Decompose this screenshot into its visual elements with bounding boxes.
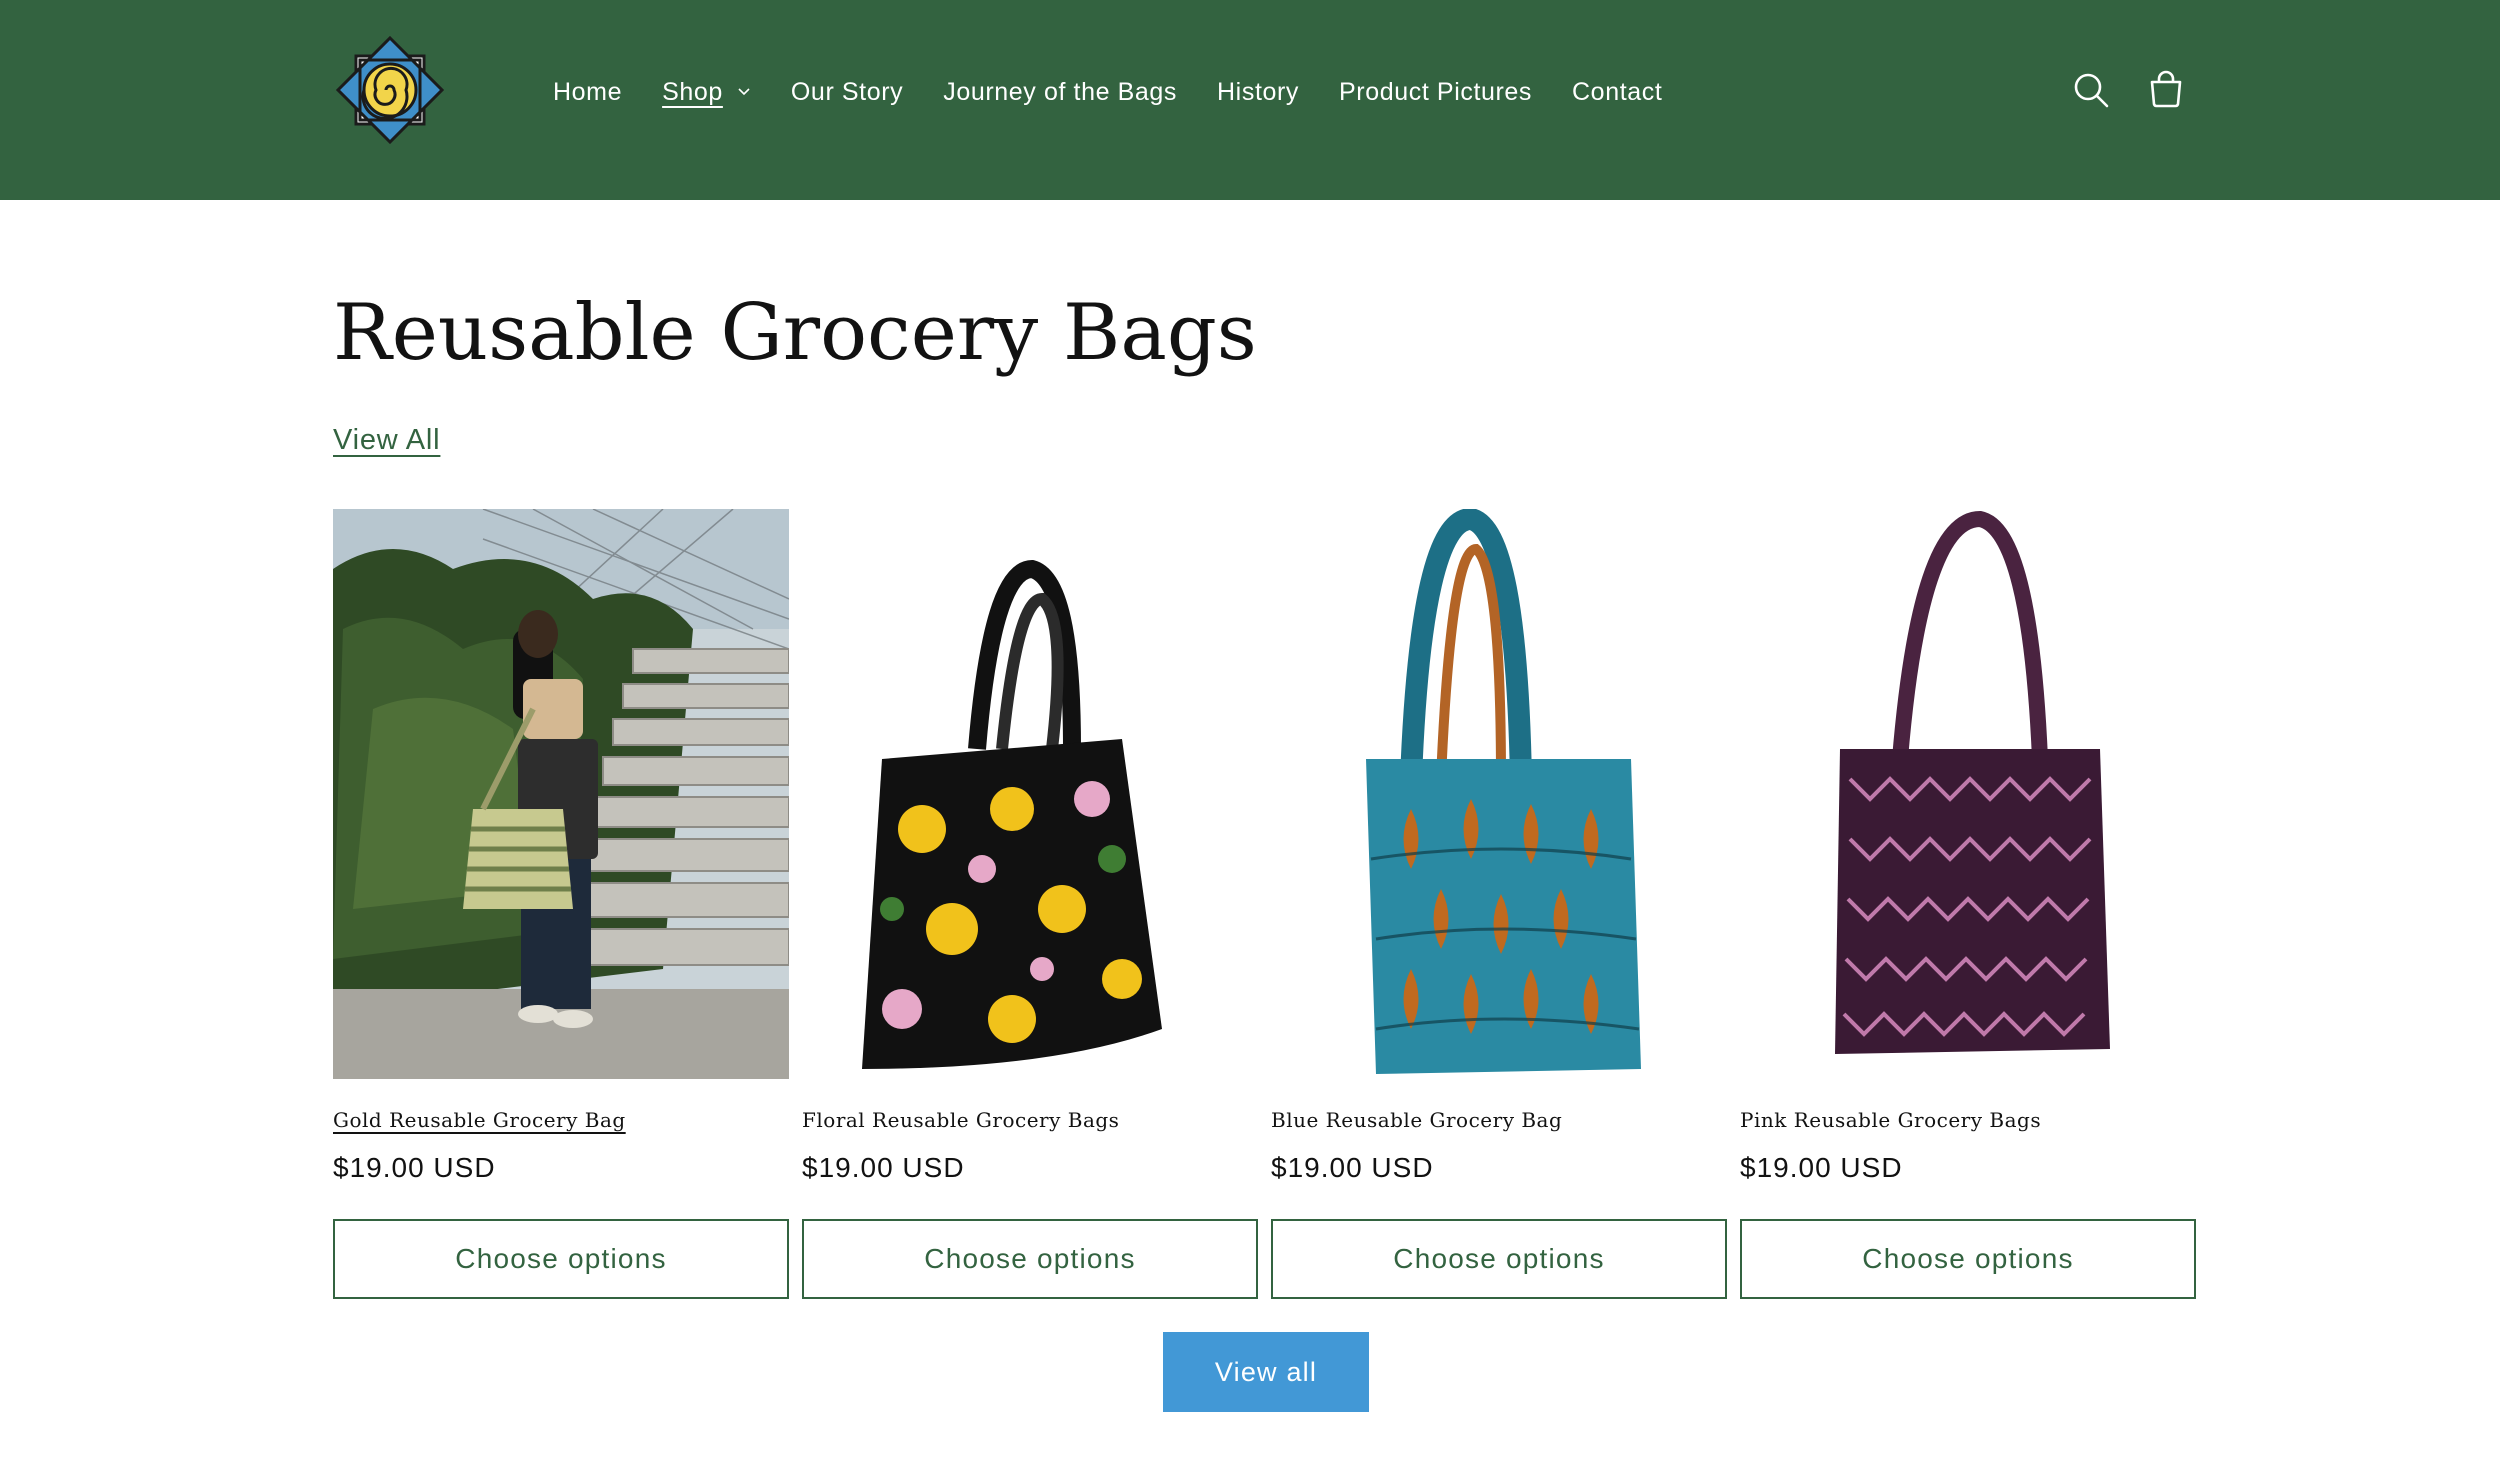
product-title[interactable]: Pink Reusable Grocery Bags bbox=[1740, 1108, 2041, 1132]
nav-item-product-pictures[interactable]: Product Pictures bbox=[1319, 78, 1552, 107]
view-all-link[interactable]: View All bbox=[333, 424, 440, 457]
view-all-button[interactable]: View all bbox=[1163, 1332, 1369, 1412]
product-card[interactable]: Floral Reusable Grocery Bags $19.00 USD … bbox=[802, 509, 1258, 1299]
nav-label: History bbox=[1217, 77, 1300, 106]
cart-icon[interactable] bbox=[2138, 62, 2194, 118]
collection-title: Reusable Grocery Bags bbox=[333, 288, 1257, 378]
product-title[interactable]: Floral Reusable Grocery Bags bbox=[802, 1108, 1119, 1132]
product-image[interactable] bbox=[333, 509, 789, 1079]
product-image[interactable] bbox=[1740, 509, 2196, 1079]
nav-item-our-story[interactable]: Our Story bbox=[771, 78, 923, 107]
product-price: $19.00 USD bbox=[1740, 1152, 1903, 1183]
nav-item-journey-of-the-bags[interactable]: Journey of the Bags bbox=[923, 78, 1197, 107]
main-nav: Home Shop Our Story Journey of the Bags … bbox=[533, 0, 1682, 184]
nav-item-home[interactable]: Home bbox=[533, 78, 642, 107]
product-title[interactable]: Gold Reusable Grocery Bag bbox=[333, 1108, 626, 1132]
product-card[interactable]: Gold Reusable Grocery Bag $19.00 USD Cho… bbox=[333, 509, 789, 1299]
nav-label: Home bbox=[553, 77, 623, 106]
product-price: $19.00 USD bbox=[802, 1152, 965, 1183]
brand-logo[interactable] bbox=[335, 35, 445, 145]
nav-label: Journey of the Bags bbox=[943, 77, 1178, 106]
choose-options-button[interactable]: Choose options bbox=[1740, 1219, 2196, 1299]
product-image[interactable] bbox=[802, 509, 1258, 1079]
product-image[interactable] bbox=[1271, 509, 1727, 1079]
product-card[interactable]: Blue Reusable Grocery Bag $19.00 USD Cho… bbox=[1271, 509, 1727, 1299]
choose-options-button[interactable]: Choose options bbox=[1271, 1219, 1727, 1299]
chevron-down-icon bbox=[738, 88, 750, 96]
product-price: $19.00 USD bbox=[333, 1152, 496, 1183]
choose-options-button[interactable]: Choose options bbox=[333, 1219, 789, 1299]
site-header: Home Shop Our Story Journey of the Bags … bbox=[0, 0, 2500, 200]
choose-options-button[interactable]: Choose options bbox=[802, 1219, 1258, 1299]
nav-label: Shop bbox=[662, 77, 723, 106]
nav-label: Contact bbox=[1572, 77, 1663, 106]
product-title[interactable]: Blue Reusable Grocery Bag bbox=[1271, 1108, 1562, 1132]
nav-item-shop[interactable]: Shop bbox=[642, 78, 771, 107]
nav-item-contact[interactable]: Contact bbox=[1552, 78, 1682, 107]
nav-label: Product Pictures bbox=[1339, 77, 1533, 106]
nav-item-history[interactable]: History bbox=[1197, 78, 1319, 107]
nav-label: Our Story bbox=[790, 77, 904, 106]
product-price: $19.00 USD bbox=[1271, 1152, 1434, 1183]
product-card[interactable]: Pink Reusable Grocery Bags $19.00 USD Ch… bbox=[1740, 509, 2196, 1299]
search-icon[interactable] bbox=[2063, 62, 2119, 118]
